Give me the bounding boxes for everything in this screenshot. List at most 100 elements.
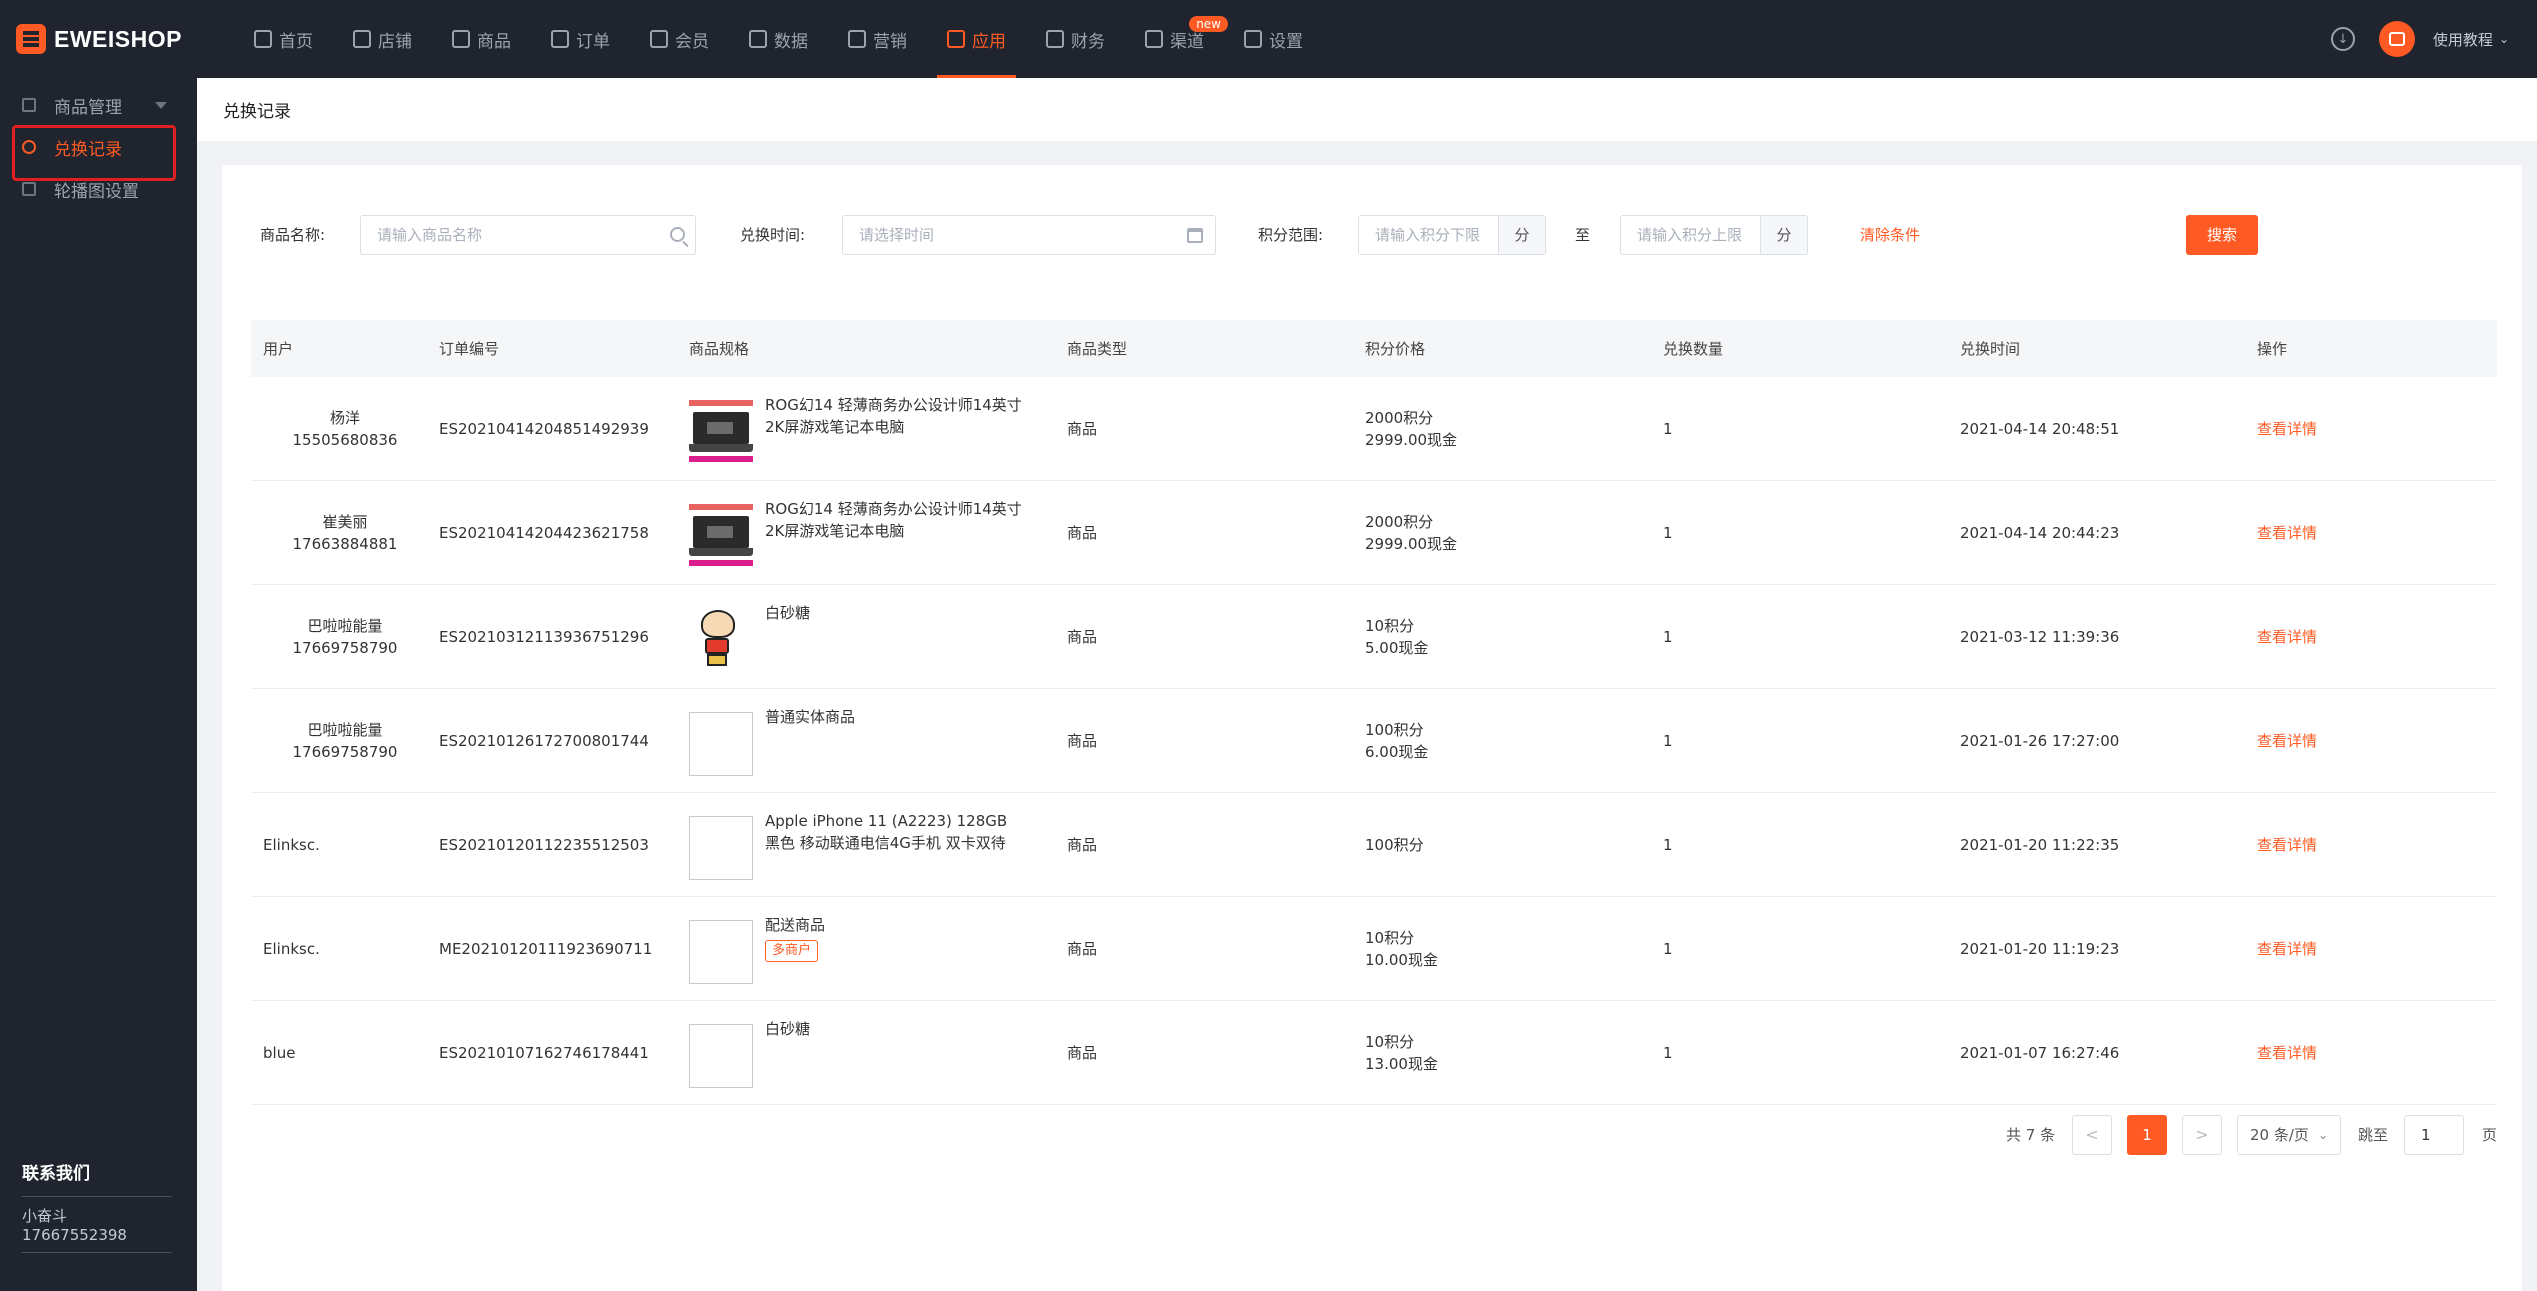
page-size-value: 20 条/页 xyxy=(2250,1126,2309,1144)
main-nav: 首页 店铺 商品 订单 会员 数据 营销 应用 财务 渠道 new 设置 xyxy=(234,0,1323,78)
sidebar-item-goods-manage[interactable]: 商品管理 xyxy=(0,84,197,126)
view-detail-cell: 查看详情 xyxy=(2245,1042,2497,1063)
cartoon-image xyxy=(689,607,753,672)
search-button[interactable]: 搜索 xyxy=(2186,215,2258,255)
points-min-unit: 分 xyxy=(1498,215,1546,255)
order-number: ES20210107162746178441 xyxy=(439,1043,649,1062)
nav-item-label: 财务 xyxy=(1071,31,1105,52)
exchange-time: 2021-04-14 20:44:23 xyxy=(1960,523,2120,542)
exchange-time-picker[interactable]: 请选择时间 xyxy=(842,215,1216,255)
nav-item[interactable]: 店铺 xyxy=(333,0,432,78)
cash-value: 6.00现金 xyxy=(1365,742,1429,761)
clear-filters-link[interactable]: 清除条件 xyxy=(1860,215,1920,255)
nav-item-label: 应用 xyxy=(972,31,1006,52)
nav-item[interactable]: 渠道 new xyxy=(1125,0,1228,78)
nav-item[interactable]: 设置 xyxy=(1224,0,1323,78)
view-detail-cell: 查看详情 xyxy=(2245,730,2497,751)
goods-name-label: 商品名称: xyxy=(260,226,326,244)
view-detail-link[interactable]: 查看详情 xyxy=(2257,420,2317,438)
header-quantity: 兑换数量 xyxy=(1663,340,1724,358)
nav-item[interactable]: 应用 xyxy=(927,0,1026,78)
highlight-box xyxy=(12,125,176,181)
points-price-cell: 2000积分 2999.00现金 xyxy=(1353,407,1651,451)
user-cell: Elinksc. xyxy=(251,834,427,856)
next-page-button[interactable]: > xyxy=(2182,1115,2222,1155)
cash-value: 2999.00现金 xyxy=(1365,534,1458,553)
view-detail-link[interactable]: 查看详情 xyxy=(2257,628,2317,646)
table-row: 杨洋 15505680836 ES20210414204851492939 ROG幻1… xyxy=(251,377,2497,481)
avatar[interactable] xyxy=(2378,21,2415,57)
view-detail-link[interactable]: 查看详情 xyxy=(2257,836,2317,854)
pagination: 共 7 条 < 1 > 20 条/页 ⌄ 跳至 1 页 xyxy=(222,1115,2522,1155)
table-row: Elinksc. ME20210120111923690711 配送商品 多商户 商品 1… xyxy=(251,897,2497,1001)
nav-item[interactable]: 订单 xyxy=(531,0,630,78)
prev-page-button[interactable]: < xyxy=(2072,1115,2112,1155)
exchange-quantity: 1 xyxy=(1663,939,1673,958)
exchange-quantity: 1 xyxy=(1663,731,1673,750)
order-number: ME20210120111923690711 xyxy=(439,939,653,958)
tag-icon xyxy=(848,30,866,48)
caret-down-icon[interactable] xyxy=(155,101,167,109)
goods-name: Apple iPhone 11 (A2223) 128GB 黑色 移动联通电信4… xyxy=(765,811,1008,852)
view-detail-link[interactable]: 查看详情 xyxy=(2257,940,2317,958)
order-number: ES20210120112235512503 xyxy=(439,835,649,854)
goods-name-input[interactable]: 请输入商品名称 xyxy=(360,215,696,255)
exchange-table: 用户 订单编号 商品规格 商品类型 积分价格 兑换数量 兑换时间 操作 杨洋 15… xyxy=(251,320,2497,1105)
header-spec: 商品规格 xyxy=(689,340,750,358)
image-placeholder xyxy=(689,815,753,880)
view-detail-cell: 查看详情 xyxy=(2245,418,2497,439)
table-row: 巴啦啦能量 17669758790 ES20210126172700801744 普通… xyxy=(251,689,2497,793)
user-cell: 崔美丽 17663884881 xyxy=(251,511,427,555)
points-price-cell: 100积分 xyxy=(1353,834,1651,856)
view-detail-link[interactable]: 查看详情 xyxy=(2257,524,2317,542)
tutorial-link[interactable]: 使用教程 xyxy=(2433,29,2493,50)
image-placeholder xyxy=(689,1023,753,1088)
points-value: 2000积分 xyxy=(1365,408,1434,427)
table-row: blue ES20210107162746178441 白砂糖 商品 10积分 13.00… xyxy=(251,1001,2497,1105)
store-icon xyxy=(353,30,371,48)
logo[interactable]: EWEISHOP xyxy=(0,24,220,54)
filter-bar: 商品名称: 请输入商品名称 兑换时间: 请选择时间 积分范围: 请输入积分下限 … xyxy=(260,215,2510,255)
table-body: 杨洋 15505680836 ES20210414204851492939 ROG幻1… xyxy=(251,377,2497,1105)
nav-item-label: 首页 xyxy=(279,31,313,52)
view-detail-link[interactable]: 查看详情 xyxy=(2257,732,2317,750)
user-cell: 杨洋 15505680836 xyxy=(251,407,427,451)
download-icon[interactable]: ↓ xyxy=(2330,27,2355,51)
search-icon[interactable] xyxy=(670,227,685,242)
user-name: blue xyxy=(263,1043,296,1062)
jump-page-input[interactable]: 1 xyxy=(2404,1115,2464,1155)
goods-name: ROG幻14 轻薄商务办公设计师14英寸2K屏游戏笔记本电脑 xyxy=(765,499,1022,540)
user-cell: 巴啦啦能量 17669758790 xyxy=(251,719,427,763)
exchange-time: 2021-01-26 17:27:00 xyxy=(1960,731,2120,750)
spec-cell: 白砂糖 xyxy=(677,602,1055,672)
range-to-label: 至 xyxy=(1575,226,1591,244)
view-detail-link[interactable]: 查看详情 xyxy=(2257,1044,2317,1062)
points-min-input[interactable]: 请输入积分下限 xyxy=(1358,215,1500,255)
nav-item[interactable]: 财务 xyxy=(1026,0,1125,78)
chevron-down-icon[interactable]: ⌄ xyxy=(2499,32,2509,46)
goods-name: ROG幻14 轻薄商务办公设计师14英寸2K屏游戏笔记本电脑 xyxy=(765,395,1022,436)
nav-item[interactable]: 首页 xyxy=(234,0,333,78)
pagination-total: 共 7 条 xyxy=(2006,1126,2056,1144)
goods-icon xyxy=(452,30,470,48)
order-number: ES20210126172700801744 xyxy=(439,731,649,750)
page-size-select[interactable]: 20 条/页 ⌄ xyxy=(2237,1115,2341,1155)
points-value: 10积分 xyxy=(1365,616,1415,635)
current-page-button[interactable]: 1 xyxy=(2127,1115,2167,1155)
nav-item[interactable]: 营销 xyxy=(828,0,927,78)
points-max-input[interactable]: 请输入积分上限 xyxy=(1620,215,1762,255)
gear-icon xyxy=(1244,30,1262,48)
channel-icon xyxy=(1145,30,1163,48)
nav-item[interactable]: 会员 xyxy=(630,0,729,78)
view-detail-cell: 查看详情 xyxy=(2245,626,2497,647)
nav-item-label: 商品 xyxy=(477,31,511,52)
view-detail-cell: 查看详情 xyxy=(2245,834,2497,855)
goods-type: 商品 xyxy=(1067,732,1098,750)
exchange-quantity: 1 xyxy=(1663,835,1673,854)
nav-item[interactable]: 数据 xyxy=(729,0,828,78)
nav-item-label: 数据 xyxy=(774,31,808,52)
nav-item[interactable]: 商品 xyxy=(432,0,531,78)
exchange-time: 2021-01-20 11:19:23 xyxy=(1960,939,2120,958)
sidebar-item-label: 商品管理 xyxy=(54,97,122,118)
calendar-icon[interactable] xyxy=(1187,228,1203,243)
